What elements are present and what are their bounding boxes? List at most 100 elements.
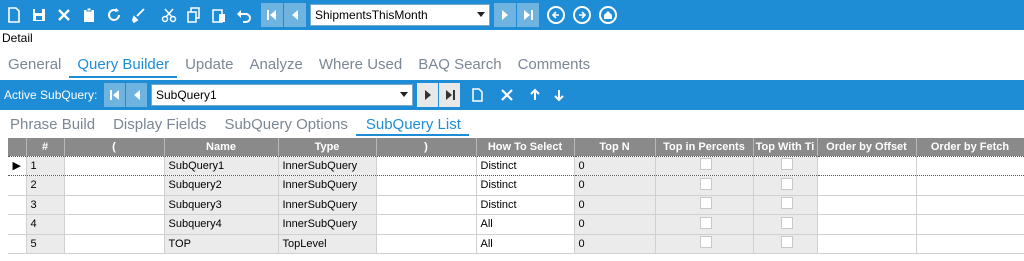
checkbox[interactable] (781, 236, 793, 249)
cell-how-to-select[interactable]: All (476, 234, 575, 254)
col-header-open-paren[interactable]: ( (64, 138, 165, 156)
cell-top-with-ties[interactable] (753, 155, 818, 176)
move-up-icon[interactable] (523, 83, 547, 107)
delete-icon[interactable] (53, 4, 75, 26)
table-row[interactable]: ▶ 1 SubQuery1 InnerSubQuery Distinct 0 (8, 155, 1024, 176)
col-header-order-by-fetch[interactable]: Order by Fetch (916, 138, 1024, 156)
cell-top-in-percents[interactable] (655, 214, 754, 235)
cell-order-by-fetch[interactable] (916, 155, 1024, 176)
cell-top-in-percents[interactable] (655, 175, 754, 196)
cell-top-n[interactable]: 0 (574, 195, 656, 215)
cell-top-n[interactable]: 0 (574, 175, 656, 196)
next-record-icon[interactable] (494, 3, 516, 27)
last-subquery-icon[interactable] (439, 83, 460, 107)
cell-order-by-offset[interactable] (817, 234, 917, 254)
tab-update[interactable]: Update (177, 52, 241, 78)
cell-top-with-ties[interactable] (753, 234, 818, 254)
cell-num[interactable]: 2 (26, 175, 65, 196)
checkbox[interactable] (700, 158, 712, 171)
tab-subquery-options[interactable]: SubQuery Options (214, 114, 355, 136)
last-record-icon[interactable] (517, 3, 539, 27)
cell-name[interactable]: TOP (164, 234, 279, 254)
checkbox[interactable] (781, 197, 793, 210)
back-icon[interactable] (547, 6, 565, 24)
refresh-icon[interactable] (103, 4, 125, 26)
cell-type[interactable]: TopLevel (278, 234, 377, 254)
delete-subquery-icon[interactable] (495, 83, 519, 107)
tab-comments[interactable]: Comments (510, 52, 599, 78)
cell-num[interactable]: 3 (26, 195, 65, 215)
col-header-top-in-percents[interactable]: Top in Percents (655, 138, 754, 156)
previous-record-icon[interactable] (284, 3, 306, 27)
new-subquery-icon[interactable] (465, 83, 489, 107)
cell-close-paren[interactable] (376, 195, 477, 215)
cell-how-to-select[interactable]: Distinct (476, 175, 575, 196)
col-header-type[interactable]: Type (278, 138, 377, 156)
cell-top-in-percents[interactable] (655, 195, 754, 215)
cell-order-by-fetch[interactable] (916, 214, 1024, 235)
cell-top-with-ties[interactable] (753, 195, 818, 215)
tab-subquery-list[interactable]: SubQuery List (355, 114, 469, 136)
cell-order-by-fetch[interactable] (916, 234, 1024, 254)
cell-name[interactable]: SubQuery1 (164, 155, 279, 176)
clear-icon[interactable] (128, 4, 150, 26)
col-header-how-to-select[interactable]: How To Select (476, 138, 575, 156)
subquery-combo[interactable]: SubQuery1 (151, 84, 413, 106)
col-header-name[interactable]: Name (164, 138, 279, 156)
cell-name[interactable]: Subquery4 (164, 214, 279, 235)
table-row[interactable]: 4 Subquery4 InnerSubQuery All 0 (8, 214, 1024, 235)
cell-how-to-select[interactable]: Distinct (476, 195, 575, 215)
cell-num[interactable]: 5 (26, 234, 65, 254)
save-icon[interactable] (28, 4, 50, 26)
cell-order-by-fetch[interactable] (916, 195, 1024, 215)
checkbox[interactable] (700, 216, 712, 229)
cell-close-paren[interactable] (376, 155, 477, 176)
col-header-num[interactable]: # (26, 138, 65, 156)
cell-order-by-offset[interactable] (817, 195, 917, 215)
cell-top-n[interactable]: 0 (574, 214, 656, 235)
copy-icon[interactable] (183, 4, 205, 26)
clipboard-icon[interactable] (78, 4, 100, 26)
cell-how-to-select[interactable]: All (476, 214, 575, 235)
tab-display-fields[interactable]: Display Fields (103, 114, 214, 136)
checkbox[interactable] (700, 177, 712, 190)
first-subquery-icon[interactable] (104, 83, 125, 107)
tab-general[interactable]: General (0, 52, 69, 78)
cell-type[interactable]: InnerSubQuery (278, 195, 377, 215)
undo-icon[interactable] (233, 4, 255, 26)
table-row[interactable]: 3 Subquery3 InnerSubQuery Distinct 0 (8, 195, 1024, 215)
checkbox[interactable] (700, 197, 712, 210)
cell-open-paren[interactable] (64, 195, 165, 215)
checkbox[interactable] (781, 216, 793, 229)
cell-order-by-fetch[interactable] (916, 175, 1024, 196)
cell-open-paren[interactable] (64, 155, 165, 176)
cut-icon[interactable] (158, 4, 180, 26)
table-row[interactable]: 2 Subquery2 InnerSubQuery Distinct 0 (8, 175, 1024, 196)
tab-phrase-build[interactable]: Phrase Build (0, 114, 103, 136)
cell-type[interactable]: InnerSubQuery (278, 214, 377, 235)
new-icon[interactable] (3, 4, 25, 26)
cell-how-to-select[interactable]: Distinct (476, 155, 575, 176)
paste-icon[interactable] (208, 4, 230, 26)
cell-top-n[interactable]: 0 (574, 155, 656, 176)
cell-open-paren[interactable] (64, 214, 165, 235)
cell-top-with-ties[interactable] (753, 175, 818, 196)
tab-baq-search[interactable]: BAQ Search (410, 52, 509, 78)
tab-query-builder[interactable]: Query Builder (69, 52, 178, 78)
cell-name[interactable]: Subquery3 (164, 195, 279, 215)
cell-close-paren[interactable] (376, 234, 477, 254)
next-subquery-icon[interactable] (417, 83, 438, 107)
cell-type[interactable]: InnerSubQuery (278, 175, 377, 196)
cell-top-n[interactable]: 0 (574, 234, 656, 254)
chevron-down-icon[interactable] (400, 92, 408, 97)
checkbox[interactable] (781, 177, 793, 190)
first-record-icon[interactable] (261, 3, 283, 27)
table-row[interactable]: 5 TOP TopLevel All 0 (8, 234, 1024, 254)
query-combo[interactable]: ShipmentsThisMonth (310, 4, 490, 26)
cell-num[interactable]: 4 (26, 214, 65, 235)
cell-num[interactable]: 1 (26, 155, 65, 176)
cell-open-paren[interactable] (64, 234, 165, 254)
col-header-close-paren[interactable]: ) (376, 138, 477, 156)
cell-close-paren[interactable] (376, 214, 477, 235)
cell-top-in-percents[interactable] (655, 155, 754, 176)
